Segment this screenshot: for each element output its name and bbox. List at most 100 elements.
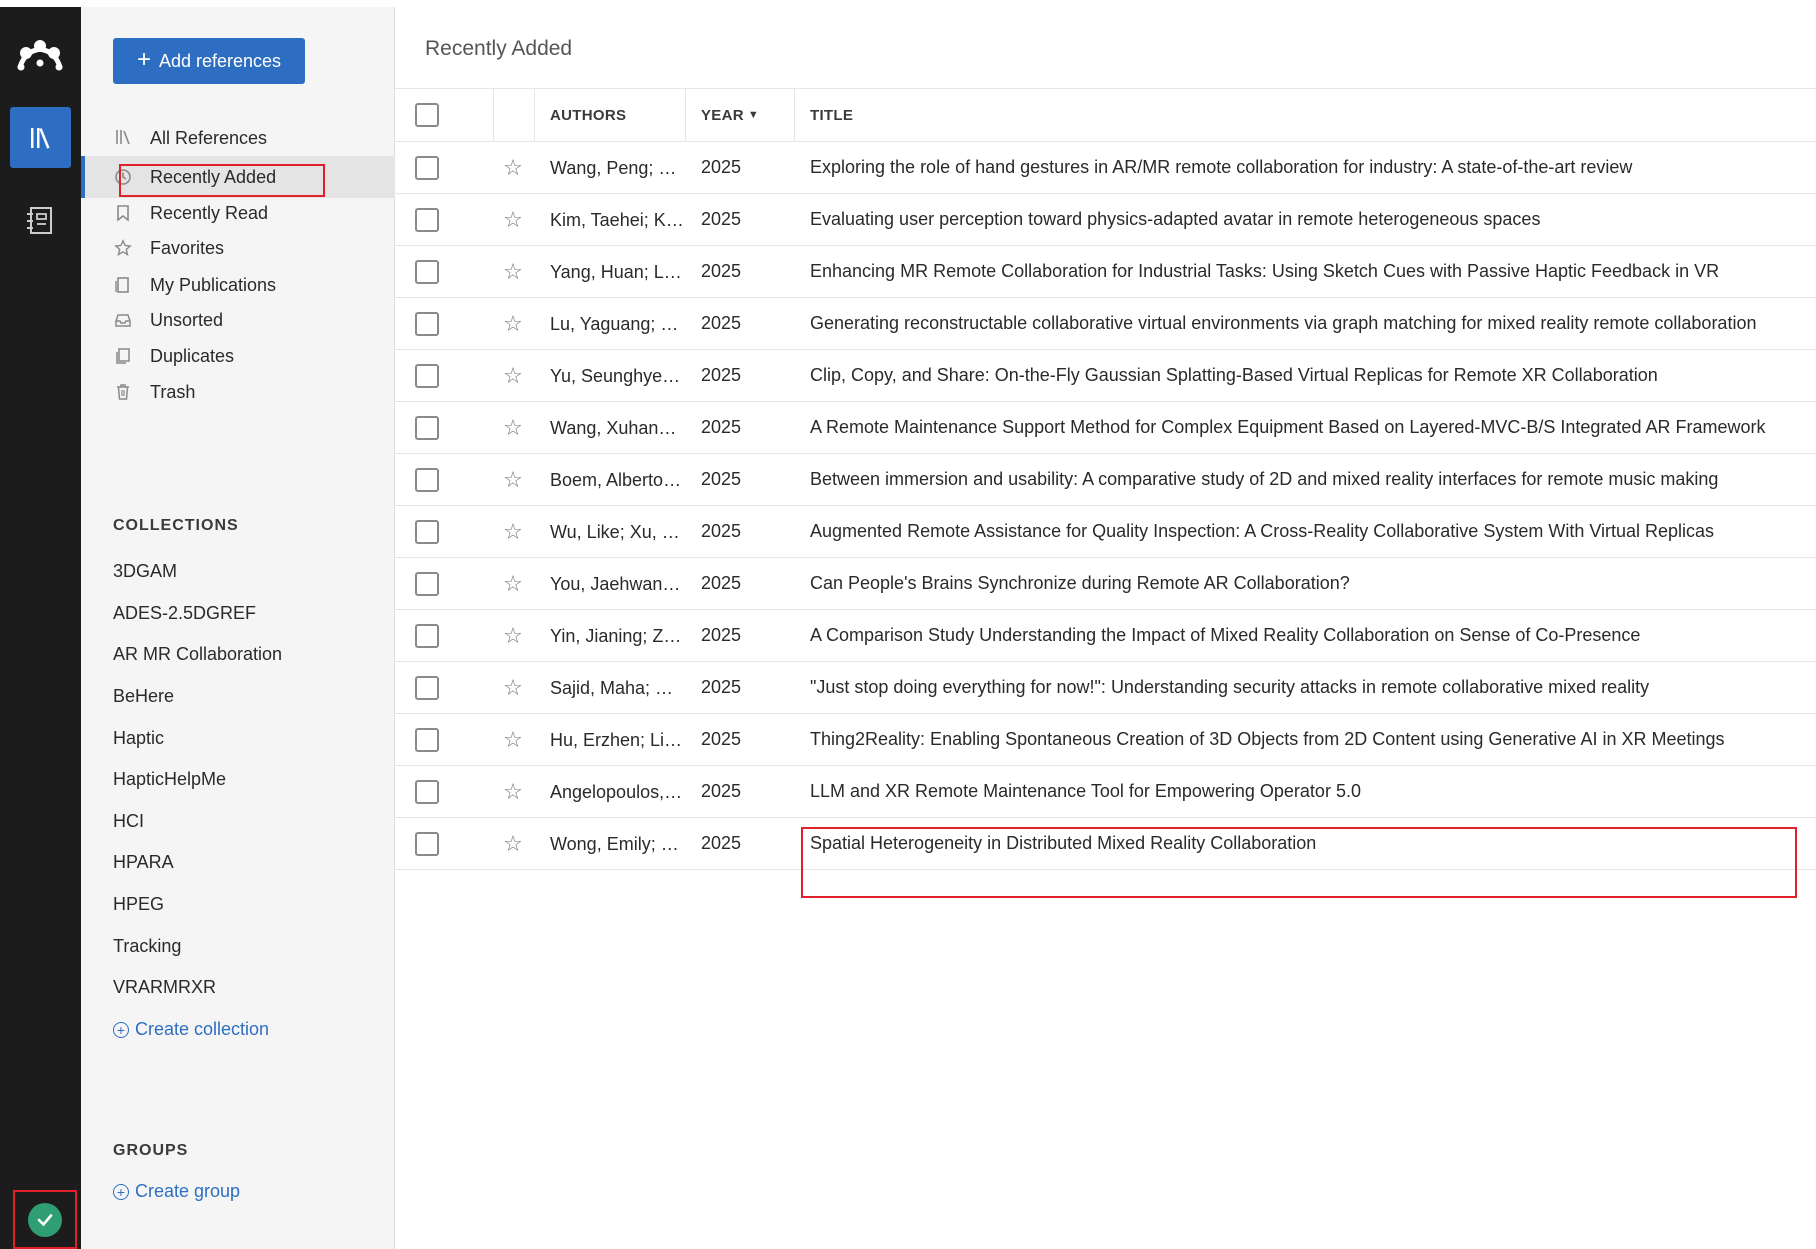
nav-label: Trash [150,381,196,402]
table-row[interactable]: ☆ Angelopoulos,… 2025 LLM and XR Remote Mai… [395,766,1816,818]
sync-status[interactable] [13,1190,77,1249]
create-collection-link[interactable]: + Create collection [113,1019,269,1040]
table-row[interactable]: ☆ Hu, Erzhen; Li… 2025 Thing2Reality: Enabl… [395,714,1816,766]
notebook-icon[interactable] [25,204,55,236]
create-group-link[interactable]: + Create group [113,1181,240,1202]
collection-item[interactable]: BeHere [113,686,174,707]
row-checkbox[interactable] [415,363,439,388]
row-checkbox[interactable] [415,519,439,544]
row-checkbox[interactable] [415,467,439,492]
table-row[interactable]: ☆ Boem, Alberto… 2025 Between immersion and… [395,454,1816,506]
row-checkbox[interactable] [415,675,439,700]
table-row[interactable]: ☆ Yu, Seunghye… 2025 Clip, Copy, and Share:… [395,350,1816,402]
star-icon[interactable]: ☆ [501,402,525,453]
collection-item[interactable]: Haptic [113,728,164,749]
row-checkbox[interactable] [415,571,439,596]
column-header-title[interactable]: TITLE [810,89,853,141]
row-year: 2025 [701,365,742,385]
table-row[interactable]: ☆ Kim, Taehei; K… 2025 Evaluating user perc… [395,194,1816,246]
row-checkbox[interactable] [415,155,439,180]
column-header-authors[interactable]: AUTHORS [550,89,626,141]
year-header-label: YEAR [701,106,744,124]
collection-item[interactable]: Tracking [113,936,181,957]
column-header-year[interactable]: YEAR ▼ [701,89,759,141]
collection-item[interactable]: HPARA [113,852,174,873]
row-select-cell [415,714,445,765]
star-icon[interactable]: ☆ [501,298,525,349]
nav-favorites[interactable]: Favorites [81,227,395,269]
star-icon[interactable]: ☆ [501,818,525,869]
collection-item[interactable]: HapticHelpMe [113,769,226,790]
collection-item[interactable]: AR MR Collaboration [113,644,282,665]
collection-item[interactable]: ADES-2.5DGREF [113,603,256,624]
star-icon[interactable]: ☆ [501,506,525,557]
row-title: Generating reconstructable collaborative… [810,313,1757,333]
add-circle-icon: + [113,1183,129,1200]
collection-item[interactable]: HCI [113,811,144,832]
nav-label: My Publications [150,274,277,295]
row-checkbox[interactable] [415,831,439,856]
nav-all-references[interactable]: All References [81,117,395,159]
collection-item[interactable]: HPEG [113,894,164,915]
create-group-label: Create group [135,1181,241,1201]
row-title: Thing2Reality: Enabling Spontaneous Crea… [810,729,1725,749]
row-checkbox[interactable] [415,415,439,440]
table-row[interactable]: ☆ Wu, Like; Xu, … 2025 Augmented Remote Ass… [395,506,1816,558]
row-checkbox[interactable] [415,207,439,232]
row-select-cell [415,506,445,557]
row-title: Between immersion and usability: A compa… [810,469,1719,489]
table-row[interactable]: ☆ You, Jaehwan… 2025 Can People's Brains Sy… [395,558,1816,610]
star-icon[interactable]: ☆ [501,454,525,505]
row-select-cell [415,298,445,349]
row-authors: Kim, Taehei; K… [550,210,684,230]
column-divider [794,89,795,141]
table-body: ☆ Wang, Peng; … 2025 Exploring the role of … [395,142,1816,870]
nav-label: Duplicates [150,345,235,366]
select-all-checkbox[interactable] [415,103,439,127]
row-checkbox[interactable] [415,623,439,648]
row-select-cell [415,246,445,297]
mendeley-logo-icon[interactable] [16,37,64,73]
row-authors: Yu, Seunghye… [550,366,681,386]
star-icon[interactable]: ☆ [501,350,525,401]
table-row[interactable]: ☆ Sajid, Maha; … 2025 "Just stop doing ever… [395,662,1816,714]
table-row[interactable]: ☆ Wang, Peng; … 2025 Exploring the role of … [395,142,1816,194]
row-year: 2025 [701,625,742,645]
row-title: Exploring the role of hand gestures in A… [810,157,1633,177]
row-select-cell [415,194,445,245]
row-checkbox[interactable] [415,727,439,752]
collection-item[interactable]: VRARMRXR [113,977,216,998]
star-icon[interactable]: ☆ [501,714,525,765]
table-row[interactable]: ☆ Yang, Huan; L… 2025 Enhancing MR Remote C… [395,246,1816,298]
row-select-cell [415,402,445,453]
star-icon[interactable]: ☆ [501,662,525,713]
row-select-cell [415,818,445,869]
row-select-cell [415,610,445,661]
row-year: 2025 [701,521,742,541]
references-table: AUTHORS YEAR ▼ TITLE ☆ Wang, Peng; … 2025 E… [395,89,1816,870]
row-year: 2025 [701,729,742,749]
row-authors: You, Jaehwan… [550,574,681,594]
table-row[interactable]: ☆ Wang, Xuhan… 2025 A Remote Maintenance Su… [395,402,1816,454]
add-references-button[interactable]: + Add references [113,38,305,84]
star-icon[interactable]: ☆ [501,766,525,817]
row-year: 2025 [701,833,742,853]
library-sidebar: + Add references All References Recently… [81,7,395,1249]
row-authors: Sajid, Maha; … [550,678,674,698]
nav-trash[interactable]: Trash [81,371,395,413]
row-checkbox[interactable] [415,259,439,284]
table-row[interactable]: ☆ Yin, Jianing; Z… 2025 A Comparison Study … [395,610,1816,662]
main-panel: Recently Added AUTHORS YEAR ▼ TITLE ☆ Wan… [395,7,1816,1249]
star-icon[interactable]: ☆ [501,142,525,193]
table-row[interactable]: ☆ Lu, Yaguang; … 2025 Generating reconstruc… [395,298,1816,350]
star-icon[interactable]: ☆ [501,558,525,609]
row-authors: Hu, Erzhen; Li… [550,730,683,750]
row-checkbox[interactable] [415,311,439,336]
row-year: 2025 [701,573,742,593]
star-icon[interactable]: ☆ [501,246,525,297]
library-books-icon[interactable] [10,107,71,168]
star-icon[interactable]: ☆ [501,610,525,661]
star-icon[interactable]: ☆ [501,194,525,245]
collection-item[interactable]: 3DGAM [113,561,177,582]
row-checkbox[interactable] [415,779,439,804]
